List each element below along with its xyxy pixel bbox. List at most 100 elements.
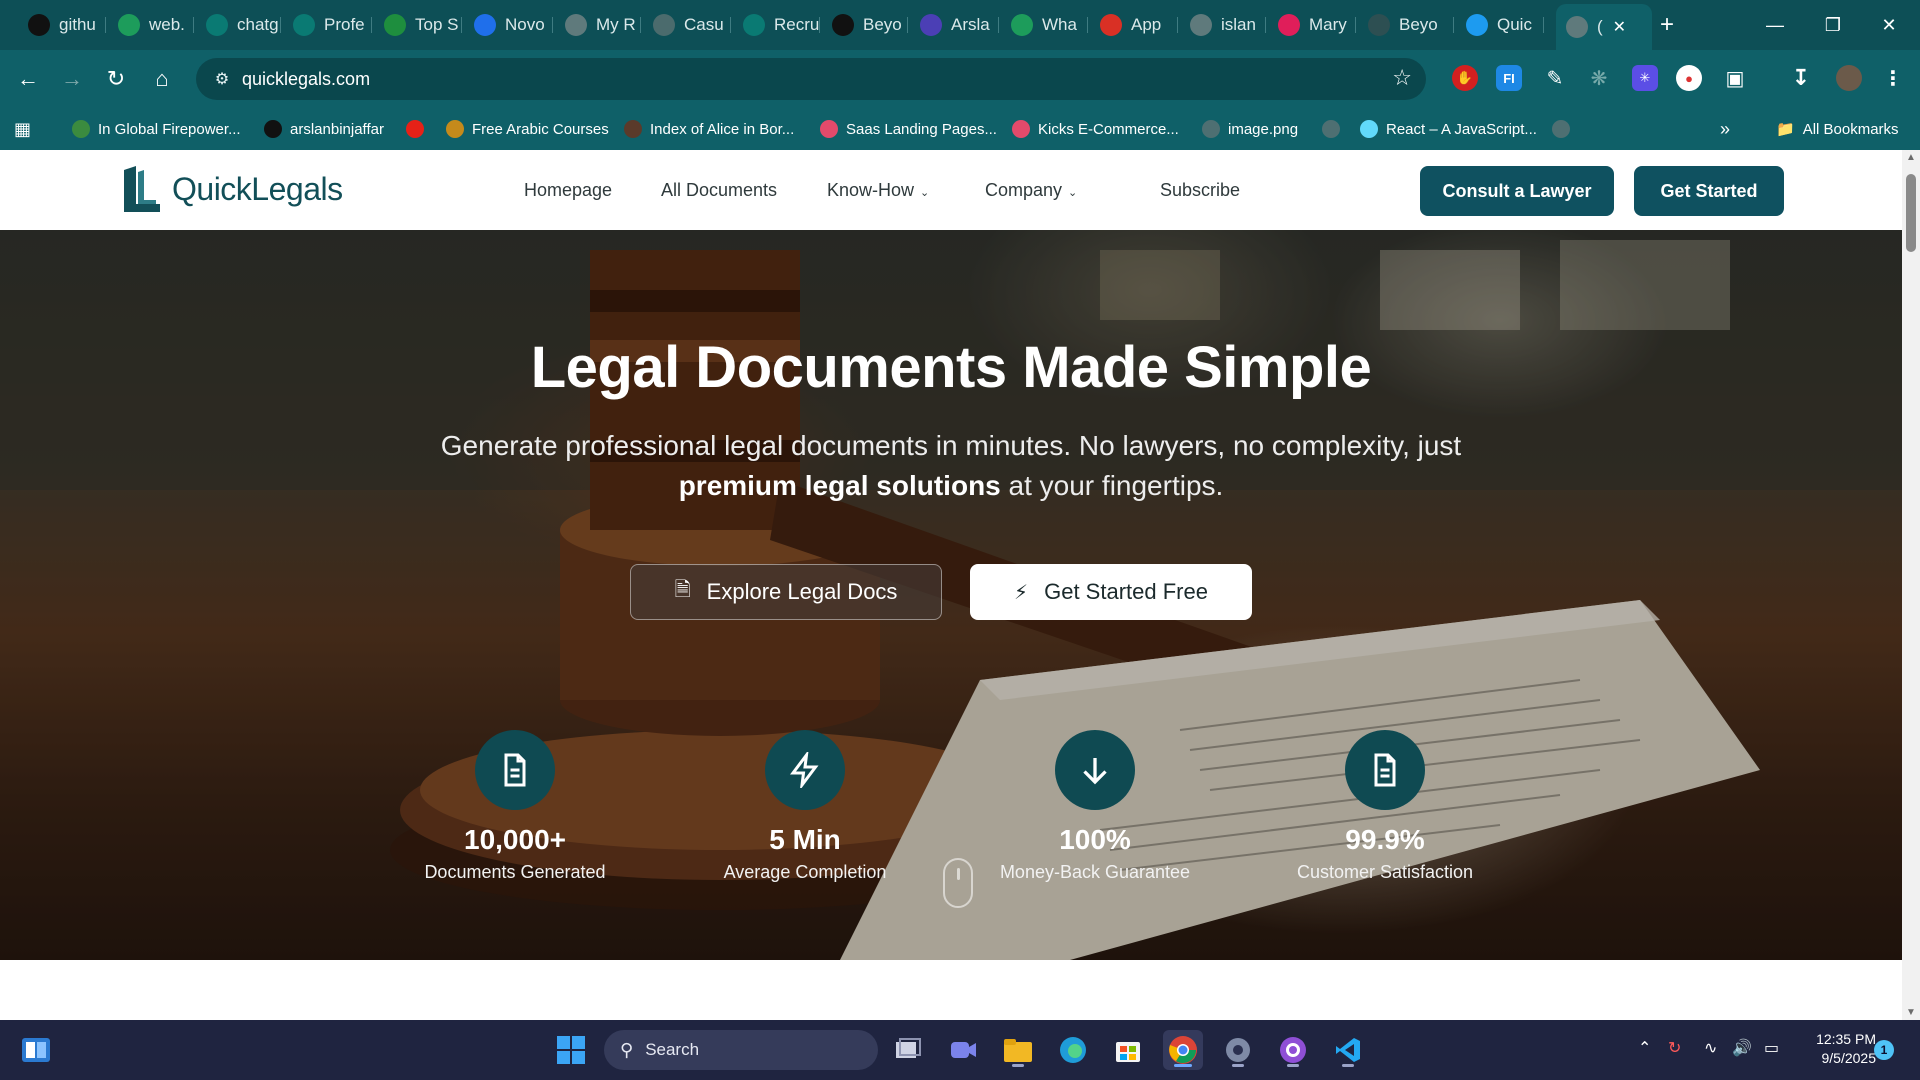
- ms-store-icon[interactable]: [1108, 1030, 1148, 1070]
- browser-tab-label: Profe: [324, 15, 365, 34]
- reload-icon[interactable]: ↻: [100, 63, 132, 95]
- extension-bug-icon[interactable]: ❋: [1586, 65, 1612, 91]
- bookmark-item[interactable]: [406, 116, 432, 142]
- bookmark-star-icon[interactable]: ☆: [1392, 65, 1412, 91]
- browser-tab[interactable]: Beyo: [1358, 8, 1454, 42]
- openai-icon: [293, 14, 315, 36]
- browser-tab[interactable]: Quic: [1456, 8, 1544, 42]
- bookmark-label: Kicks E-Commerce...: [1038, 120, 1179, 138]
- browser-tab[interactable]: githu: [18, 8, 106, 42]
- page-scrollbar[interactable]: ▲ ▼: [1902, 150, 1920, 1020]
- document-icon: [475, 730, 555, 810]
- eyedropper-icon[interactable]: ✎: [1542, 65, 1568, 91]
- browser-tab[interactable]: (✕: [1556, 4, 1652, 50]
- bookmark-item[interactable]: Saas Landing Pages...: [820, 116, 997, 142]
- bookmark-item[interactable]: arslanbinjaffar: [264, 116, 384, 142]
- edge-browser-icon[interactable]: [1053, 1030, 1093, 1070]
- extension-circle-icon[interactable]: ●: [1676, 65, 1702, 91]
- bookmark-item[interactable]: In Global Firepower...: [72, 116, 241, 142]
- vscode-icon[interactable]: [1328, 1030, 1368, 1070]
- teams-meet-icon[interactable]: [943, 1030, 983, 1070]
- stat-documents: 10,000+ Documents Generated: [385, 730, 645, 883]
- scroll-down-arrow-icon[interactable]: ▼: [1905, 1007, 1917, 1018]
- scrollbar-thumb[interactable]: [1906, 174, 1916, 252]
- sync-icon[interactable]: ↻: [1668, 1038, 1681, 1058]
- github-desktop-icon[interactable]: [1273, 1030, 1313, 1070]
- get-started-button[interactable]: Get Started: [1634, 166, 1784, 216]
- browser-tab[interactable]: Casu: [643, 8, 731, 42]
- nav-company[interactable]: Company ⌄: [985, 180, 1077, 201]
- clock[interactable]: 12:35 PM 9/5/2025: [1800, 1030, 1876, 1068]
- volume-icon[interactable]: 🔊: [1732, 1038, 1752, 1058]
- browser-tab[interactable]: Profe: [283, 8, 372, 42]
- extension-star-icon[interactable]: ✳: [1632, 65, 1658, 91]
- nav-all-documents[interactable]: All Documents: [661, 180, 777, 201]
- widgets-icon[interactable]: [16, 1030, 56, 1070]
- bookmark-item[interactable]: [1322, 116, 1348, 142]
- new-tab-button[interactable]: +: [1652, 10, 1682, 40]
- browser-tab[interactable]: App: [1090, 8, 1178, 42]
- browser-tab[interactable]: Top S: [374, 8, 462, 42]
- more-bookmarks-icon[interactable]: »: [1720, 116, 1730, 142]
- tab-icon: [1368, 14, 1390, 36]
- close-window-button[interactable]: ✕: [1862, 8, 1916, 42]
- bookmark-item[interactable]: React – A JavaScript...: [1360, 116, 1537, 142]
- battery-icon[interactable]: ▭: [1764, 1038, 1779, 1058]
- windows-taskbar: ⚲ Search ⌃ ↻ ∿ 🔊 ▭ 12:35 PM 9/5/2025 1: [0, 1020, 1920, 1080]
- taskbar-search[interactable]: ⚲ Search: [604, 1030, 878, 1070]
- scroll-up-arrow-icon[interactable]: ▲: [1905, 152, 1917, 163]
- chrome-icon[interactable]: [1163, 1030, 1203, 1070]
- stat-value: 100%: [1059, 824, 1131, 855]
- forward-icon[interactable]: →: [56, 63, 88, 95]
- minimize-button[interactable]: —: [1748, 8, 1802, 42]
- extension-stop-icon[interactable]: ✋: [1452, 65, 1478, 91]
- browser-tab[interactable]: web.: [108, 8, 194, 42]
- restore-button[interactable]: ❐: [1806, 8, 1860, 42]
- menu-icon[interactable]: ⋮: [1880, 65, 1906, 91]
- explore-legal-docs-button[interactable]: 🗎 Explore Legal Docs: [630, 564, 942, 620]
- site-logo[interactable]: QuickLegals: [122, 164, 343, 214]
- address-bar[interactable]: ⚙ quicklegals.com ☆: [196, 58, 1426, 100]
- bookmark-item[interactable]: Index of Alice in Bor...: [624, 116, 794, 142]
- browser-tab[interactable]: Wha: [1001, 8, 1088, 42]
- browser-tab[interactable]: Novo: [464, 8, 553, 42]
- browser-tab[interactable]: My R: [555, 8, 641, 42]
- stat-label: Documents Generated: [424, 862, 606, 882]
- home-icon[interactable]: ⌂: [146, 63, 178, 95]
- browser-tab[interactable]: Mary: [1268, 8, 1356, 42]
- all-bookmarks[interactable]: 📁 All Bookmarks: [1776, 116, 1899, 142]
- close-tab-icon[interactable]: ✕: [1613, 17, 1626, 37]
- bookmark-item[interactable]: Free Arabic Courses: [446, 116, 609, 142]
- file-explorer-icon[interactable]: [998, 1030, 1038, 1070]
- back-icon[interactable]: ←: [12, 63, 44, 95]
- browser-tab[interactable]: Beyo: [822, 8, 908, 42]
- bookmark-favicon-icon: [446, 120, 464, 138]
- browser-tab[interactable]: Arsla: [910, 8, 999, 42]
- notification-badge[interactable]: 1: [1874, 1040, 1894, 1060]
- bookmark-item[interactable]: Kicks E-Commerce...: [1012, 116, 1179, 142]
- start-windows-icon[interactable]: [551, 1030, 591, 1070]
- bookmark-favicon-icon: [1322, 120, 1340, 138]
- download-icon[interactable]: ↧: [1788, 65, 1814, 91]
- settings-gear-icon[interactable]: [1218, 1030, 1258, 1070]
- apps-grid-icon[interactable]: ▦: [14, 116, 31, 142]
- browser-tab[interactable]: chatg: [196, 8, 281, 42]
- nav-know-how[interactable]: Know-How ⌄: [827, 180, 929, 201]
- profile-avatar[interactable]: [1836, 65, 1862, 91]
- extension-fi-icon[interactable]: FI: [1496, 65, 1522, 91]
- site-info-icon[interactable]: ⚙: [206, 63, 238, 95]
- browser-tab[interactable]: Recru: [733, 8, 820, 42]
- task-view-icon[interactable]: [888, 1030, 928, 1070]
- bookmark-item[interactable]: [1552, 116, 1578, 142]
- bookmark-item[interactable]: image.png: [1202, 116, 1298, 142]
- nav-subscribe[interactable]: Subscribe: [1160, 180, 1240, 201]
- extensions-puzzle-icon[interactable]: ▣: [1722, 65, 1748, 91]
- consult-lawyer-button[interactable]: Consult a Lawyer: [1420, 166, 1614, 216]
- tab-separator: [193, 17, 194, 33]
- chevron-up-icon[interactable]: ⌃: [1638, 1038, 1651, 1058]
- get-started-free-button[interactable]: ⚡ Get Started Free: [970, 564, 1252, 620]
- browser-tab-label: Arsla: [951, 15, 990, 34]
- wifi-icon[interactable]: ∿: [1704, 1038, 1717, 1058]
- browser-tab[interactable]: islan: [1180, 8, 1266, 42]
- nav-homepage[interactable]: Homepage: [524, 180, 612, 201]
